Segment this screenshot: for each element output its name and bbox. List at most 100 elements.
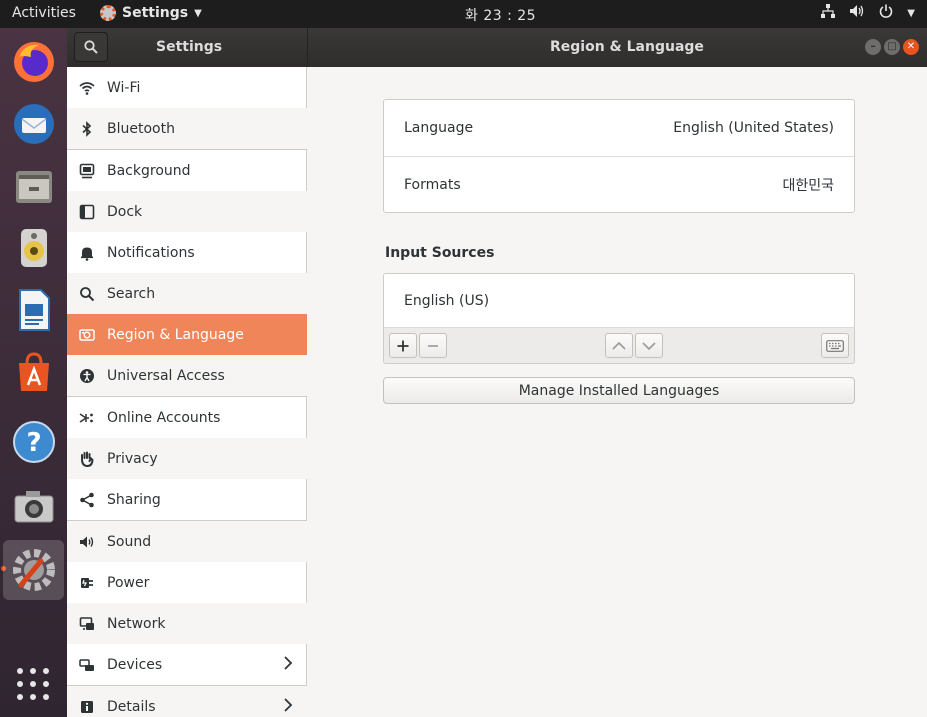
- sidebar-item-universal-access[interactable]: Universal Access: [67, 355, 307, 396]
- formats-label: Formats: [404, 176, 461, 193]
- clock[interactable]: 화 23 : 25: [465, 5, 536, 25]
- sidebar-item-label: Notifications: [107, 244, 195, 261]
- app-menu-label: Settings: [122, 5, 189, 21]
- sidebar-item-wifi[interactable]: Wi-Fi: [67, 67, 307, 108]
- sidebar-item-background[interactable]: Background: [67, 150, 307, 191]
- speaker-icon: [79, 534, 95, 550]
- firefox-icon: [13, 42, 54, 82]
- sidebar-item-network[interactable]: Network: [67, 603, 307, 644]
- sidebar-item-label: Region & Language: [107, 326, 244, 343]
- power-plug-icon: [79, 575, 95, 591]
- thunderbird-icon: [13, 104, 54, 144]
- chevron-up-icon: [612, 341, 626, 350]
- dock-help[interactable]: ?: [3, 412, 64, 472]
- sidebar-item-label: Online Accounts: [107, 409, 221, 426]
- plus-icon: [397, 340, 409, 351]
- add-input-source-button[interactable]: [389, 333, 417, 358]
- system-tray[interactable]: ▼: [821, 4, 915, 22]
- dock: ?: [0, 28, 67, 717]
- power-icon: [879, 4, 893, 22]
- language-label: Language: [404, 120, 474, 136]
- sidebar-item-power[interactable]: Power: [67, 562, 307, 603]
- online-accounts-icon: [79, 410, 95, 426]
- rhythmbox-icon: [20, 229, 47, 267]
- chevron-right-icon: [283, 697, 293, 716]
- dock-firefox[interactable]: [3, 32, 64, 92]
- show-applications-button[interactable]: [17, 668, 49, 700]
- share-icon: [79, 492, 95, 508]
- search-button[interactable]: [74, 32, 108, 62]
- chevron-right-icon: [283, 655, 293, 674]
- network-status-icon: [821, 4, 836, 22]
- sidebar-item-bluetooth[interactable]: Bluetooth: [67, 108, 307, 149]
- move-down-button[interactable]: [635, 333, 663, 358]
- input-sources-heading: Input Sources: [385, 245, 495, 261]
- dock-screenshot[interactable]: [3, 476, 64, 536]
- region-language-panel: Language English (United States) Formats…: [308, 67, 927, 717]
- sidebar-item-sharing[interactable]: Sharing: [67, 479, 307, 520]
- hand-icon: [79, 451, 95, 467]
- devices-icon: [79, 657, 95, 673]
- info-icon: [79, 699, 95, 715]
- sidebar-item-label: Background: [107, 162, 191, 179]
- sidebar-item-label: Sound: [107, 533, 152, 550]
- maximize-button[interactable]: □: [884, 39, 900, 55]
- search-icon: [84, 40, 98, 54]
- header-bar: Settings Region & Language – □ ✕: [67, 28, 927, 67]
- move-up-button[interactable]: [605, 333, 633, 358]
- sidebar-item-label: Power: [107, 574, 150, 591]
- sidebar-item-search[interactable]: Search: [67, 273, 307, 314]
- close-button[interactable]: ✕: [903, 39, 919, 55]
- sidebar-item-label: Search: [107, 285, 156, 302]
- window-controls: – □ ✕: [865, 39, 919, 55]
- language-row[interactable]: Language English (United States): [384, 100, 854, 156]
- sidebar-title: Settings: [156, 39, 223, 55]
- dock-rhythmbox[interactable]: [3, 218, 64, 278]
- search-icon: [79, 286, 95, 302]
- language-formats-card: Language English (United States) Formats…: [383, 99, 855, 213]
- dock-files[interactable]: [3, 156, 64, 216]
- minimize-button[interactable]: –: [865, 39, 881, 55]
- svg-text:?: ?: [26, 428, 41, 458]
- chevron-down-icon: [642, 341, 656, 350]
- keyboard-layout-button[interactable]: [821, 333, 849, 358]
- formats-row[interactable]: Formats 대한민국: [384, 156, 854, 212]
- sidebar-item-online-accounts[interactable]: Online Accounts: [67, 397, 307, 438]
- sidebar-item-label: Bluetooth: [107, 120, 175, 137]
- sidebar-item-label: Sharing: [107, 491, 161, 508]
- input-source-label: English (US): [404, 293, 490, 309]
- sidebar-item-region-language[interactable]: Region & Language: [67, 314, 307, 355]
- sidebar-item-devices[interactable]: Devices: [67, 644, 307, 685]
- language-value: English (United States): [673, 120, 834, 136]
- sidebar-item-privacy[interactable]: Privacy: [67, 438, 307, 479]
- sidebar-item-label: Details: [107, 698, 156, 715]
- sidebar-item-notifications[interactable]: Notifications: [67, 232, 307, 273]
- camera-icon: [14, 491, 53, 523]
- sidebar-item-label: Wi-Fi: [107, 79, 141, 96]
- wifi-icon: [79, 80, 95, 96]
- bell-icon: [79, 245, 95, 261]
- manage-installed-languages-button[interactable]: Manage Installed Languages: [383, 377, 855, 404]
- input-source-row[interactable]: English (US): [384, 274, 854, 328]
- volume-icon: [849, 4, 865, 22]
- remove-input-source-button[interactable]: [419, 333, 447, 358]
- settings-sidebar: Wi-Fi Bluetooth Background Dock Notifica…: [67, 67, 307, 717]
- sidebar-item-sound[interactable]: Sound: [67, 521, 307, 562]
- minus-icon: [428, 344, 438, 347]
- sidebar-item-label: Devices: [107, 656, 163, 673]
- sidebar-item-dock[interactable]: Dock: [67, 191, 307, 232]
- sidebar-item-details[interactable]: Details: [67, 686, 307, 717]
- dock-settings[interactable]: [3, 540, 64, 600]
- input-sources-toolbar: [383, 327, 855, 364]
- keyboard-icon: [826, 339, 844, 352]
- dock-libreoffice-writer[interactable]: [3, 280, 64, 340]
- app-menu-button[interactable]: Settings ▼: [100, 5, 202, 21]
- network-icon: [79, 616, 95, 632]
- sidebar-item-label: Privacy: [107, 450, 158, 467]
- activities-button[interactable]: Activities: [12, 5, 76, 21]
- dock-thunderbird[interactable]: [3, 94, 64, 154]
- bluetooth-icon: [79, 120, 95, 137]
- top-bar: Activities Settings ▼ 화 23 : 25 ▼: [0, 0, 927, 28]
- dock-ubuntu-software[interactable]: [3, 342, 64, 402]
- help-icon: ?: [12, 421, 55, 463]
